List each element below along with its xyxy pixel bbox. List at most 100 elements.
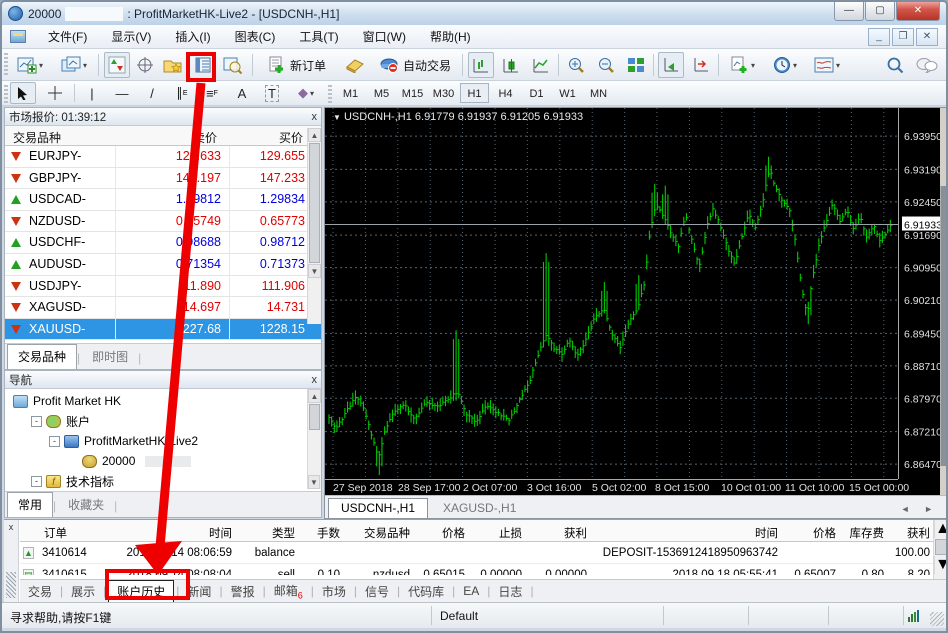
chart-shift-button[interactable] — [688, 52, 714, 78]
indicators-button[interactable]: ▾ — [724, 52, 762, 78]
terminal-tab-7[interactable]: 信号 — [357, 581, 397, 602]
terminal-col-1[interactable]: 时间 — [109, 521, 236, 541]
chat-button[interactable] — [912, 52, 942, 78]
cursor-tool-button[interactable] — [10, 82, 36, 104]
menu-item-C[interactable]: 图表(C) — [223, 27, 288, 47]
search-button[interactable] — [882, 52, 908, 78]
terminal-col-11[interactable]: 获利 — [888, 521, 934, 541]
menu-item-V[interactable]: 显示(V) — [99, 27, 163, 47]
terminal-tab-8[interactable]: 代码库 — [400, 581, 452, 602]
navigator-titlebar[interactable]: 导航 x — [5, 371, 321, 389]
terminal-tab-10[interactable]: 日志 — [490, 581, 530, 602]
zoom-out-button[interactable] — [593, 52, 619, 78]
terminal-col-4[interactable]: 交易品种 — [344, 521, 414, 541]
navigator-item-server[interactable]: -ProfitMarketHK-Live2 — [5, 431, 321, 451]
mdi-close-button[interactable]: ✕ — [916, 28, 938, 46]
terminal-col-0[interactable]: 订单 — [42, 521, 109, 541]
market-watch-tab-0[interactable]: 交易品种 — [7, 344, 77, 369]
market-watch-row[interactable]: USDJPY-111.890111.906 — [5, 276, 321, 298]
maximize-button[interactable]: ▢ — [865, 2, 895, 21]
status-profile[interactable]: Default — [432, 606, 664, 625]
market-watch-row[interactable]: USDCHF-0.986880.98712 — [5, 232, 321, 254]
terminal-scrollbar[interactable]: ▲ ▼ — [933, 520, 948, 580]
zoom-in-button[interactable] — [563, 52, 589, 78]
menu-item-T[interactable]: 工具(T) — [287, 27, 350, 47]
terminal-tab-6[interactable]: 市场 — [314, 581, 354, 602]
tile-windows-button[interactable] — [623, 52, 649, 78]
expander-icon[interactable]: - — [31, 416, 42, 427]
market-watch-close-icon[interactable]: x — [312, 111, 318, 123]
terminal-tab-9[interactable]: EA — [455, 582, 487, 600]
chart-tab-scroll-arrows[interactable]: ◄ ► — [893, 504, 947, 518]
timeframe-M30[interactable]: M30 — [429, 83, 458, 103]
periods-button[interactable]: ▾ — [766, 52, 804, 78]
text-tool[interactable]: A — [230, 82, 254, 104]
timeframe-M5[interactable]: M5 — [367, 83, 396, 103]
navigator-item-account[interactable]: 20000 — [5, 451, 321, 471]
terminal-col-9[interactable]: 价格 — [782, 521, 840, 541]
menu-item-W[interactable]: 窗口(W) — [351, 27, 418, 47]
menu-item-H[interactable]: 帮助(H) — [418, 27, 483, 47]
chart-tab-0[interactable]: USDCNH-,H1 — [328, 498, 428, 518]
market-watch-tab-1[interactable]: 即时图 — [82, 345, 138, 369]
market-watch-row[interactable]: AUDUSD-0.713540.71373 — [5, 254, 321, 276]
horizontal-line-tool[interactable]: — — [110, 82, 134, 104]
menu-item-I[interactable]: 插入(I) — [163, 27, 222, 47]
terminal-col-7[interactable]: 获利 — [526, 521, 591, 541]
navigator-button[interactable] — [160, 52, 186, 78]
mdi-minimize-button[interactable]: _ — [868, 28, 890, 46]
market-watch-row[interactable]: XAGUSD-14.69714.731 — [5, 297, 321, 319]
market-watch-scrollbar[interactable]: ▲ ▼ — [307, 128, 321, 324]
terminal-tab-1[interactable]: 展示 — [63, 581, 103, 602]
chart-window[interactable]: ▼ USDCNH-,H1 6.91779 6.91937 6.91205 6.9… — [324, 107, 948, 519]
terminal-col-3[interactable]: 手数 — [299, 521, 344, 541]
terminal-close-icon[interactable]: x — [4, 520, 18, 532]
terminal-col-8[interactable]: 时间 — [591, 521, 782, 541]
mdi-restore-button[interactable]: ❐ — [892, 28, 914, 46]
navigator-tab-0[interactable]: 常用 — [7, 492, 53, 517]
vertical-line-tool[interactable]: | — [80, 82, 104, 104]
expander-icon[interactable]: - — [49, 436, 60, 447]
terminal-col-2[interactable]: 类型 — [236, 521, 299, 541]
navigator-tab-1[interactable]: 收藏夹 — [58, 493, 114, 517]
navigator-close-icon[interactable]: x — [312, 374, 318, 386]
chart-tab-1[interactable]: XAGUSD-,H1 — [431, 499, 528, 518]
close-button[interactable]: ✕ — [896, 2, 940, 21]
terminal-tab-4[interactable]: 警报 — [223, 581, 263, 602]
channel-tool[interactable]: ∥E — [170, 82, 194, 104]
market-watch-row[interactable]: GBPJPY-147.197147.233 — [5, 168, 321, 190]
templates-button[interactable]: ▾ — [808, 52, 846, 78]
resize-grip[interactable] — [930, 612, 944, 626]
timeframe-H1[interactable]: H1 — [460, 83, 489, 103]
new-chart-button[interactable]: ▾ — [10, 52, 50, 78]
market-watch-row[interactable]: NZDUSD-0.657490.65773 — [5, 211, 321, 233]
timeframe-H4[interactable]: H4 — [491, 83, 520, 103]
metaeditor-button[interactable] — [342, 52, 368, 78]
fibonacci-tool[interactable]: ≡F — [200, 82, 224, 104]
profiles-button[interactable]: ▾ — [54, 52, 94, 78]
market-watch-row[interactable]: EURJPY-129.633129.655 — [5, 146, 321, 168]
terminal-tab-5[interactable]: 邮箱6 — [266, 580, 311, 602]
terminal-col-10[interactable]: 库存费 — [840, 521, 888, 541]
market-watch-toggle-button[interactable] — [104, 52, 130, 78]
text-label-tool[interactable]: T — [260, 82, 284, 104]
timeframe-M15[interactable]: M15 — [398, 83, 427, 103]
strategy-tester-button[interactable] — [220, 52, 246, 78]
market-watch-titlebar[interactable]: 市场报价: 01:39:12 x — [5, 108, 321, 126]
timeframe-W1[interactable]: W1 — [553, 83, 582, 103]
terminal-tab-0[interactable]: 交易 — [20, 581, 60, 602]
terminal-col-5[interactable]: 价格 — [414, 521, 469, 541]
market-watch-row[interactable]: XAUUSD-1227.681228.15 — [5, 319, 321, 341]
navigator-item-platform[interactable]: Profit Market HK — [5, 391, 321, 411]
new-order-button[interactable]: 新订单 — [258, 52, 336, 78]
terminal-col-6[interactable]: 止损 — [469, 521, 526, 541]
line-chart-mode-button[interactable] — [528, 52, 554, 78]
terminal-row[interactable]: ▲34106142018.09.14 08:06:59balanceDEPOSI… — [20, 542, 934, 564]
arrows-tool[interactable]: ◆▾ — [290, 82, 322, 104]
bar-chart-mode-button[interactable] — [468, 52, 494, 78]
timeframe-D1[interactable]: D1 — [522, 83, 551, 103]
crosshair-tool-button[interactable] — [42, 82, 68, 104]
terminal-grip[interactable] — [6, 572, 16, 598]
navigator-item-accounts[interactable]: -账户 — [5, 411, 321, 431]
timeframe-MN[interactable]: MN — [584, 83, 613, 103]
